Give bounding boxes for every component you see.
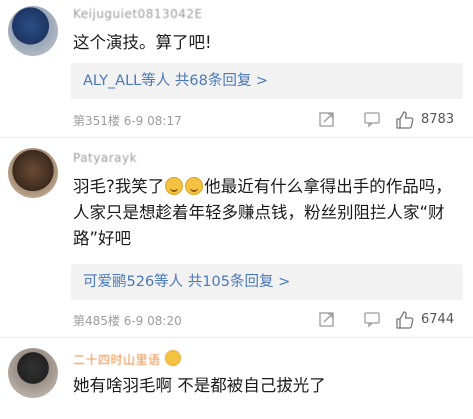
reply-summary-link[interactable]: ALY_ALL等人 共68条回复 > [71, 63, 463, 99]
share-icon[interactable] [318, 110, 336, 128]
divider [0, 337, 473, 338]
comment-text: 这个演技。算了吧! [73, 33, 212, 52]
comment-meta: 第485楼 6-9 08:20 6744 [73, 310, 465, 330]
comment-text: 羽毛?我笑了 他最近有什么拿得出手的作品吗，人家只是想趁着年轻多赚点钱，粉丝别阻拦… [73, 174, 463, 252]
thumbs-up-icon[interactable] [395, 110, 415, 130]
divider [0, 137, 473, 138]
comment-meta: 第351楼 6-9 08:17 8783 [73, 110, 465, 130]
laughing-emoji-icon [185, 177, 204, 195]
avatar[interactable] [8, 348, 58, 398]
username-text: 二十四时山里语 [73, 353, 161, 367]
laughing-emoji-icon [164, 350, 181, 366]
reply-summary-link[interactable]: 可爱鹂526等人 共105条回复 > [71, 264, 463, 300]
comment-icon[interactable] [363, 110, 381, 128]
share-icon[interactable] [318, 310, 336, 328]
username[interactable]: Patyarayk [73, 151, 137, 165]
floor-timestamp: 第485楼 6-9 08:20 [73, 314, 182, 328]
comment-text: 她有啥羽毛啊 不是都被自己拔光了 [73, 376, 326, 395]
comment-icon[interactable] [363, 310, 381, 328]
username[interactable]: Keijuguiet0813042E [73, 7, 203, 21]
thumbs-up-icon[interactable] [395, 310, 415, 330]
avatar[interactable] [8, 6, 58, 56]
floor-timestamp: 第351楼 6-9 08:17 [73, 114, 182, 128]
like-count: 6744 [421, 312, 455, 327]
comment-text-part: 羽毛?我笑了 [73, 177, 165, 196]
avatar[interactable] [8, 148, 58, 198]
username[interactable]: 二十四时山里语 [73, 350, 181, 368]
like-count: 8783 [421, 112, 455, 127]
laughing-emoji-icon [165, 177, 184, 195]
